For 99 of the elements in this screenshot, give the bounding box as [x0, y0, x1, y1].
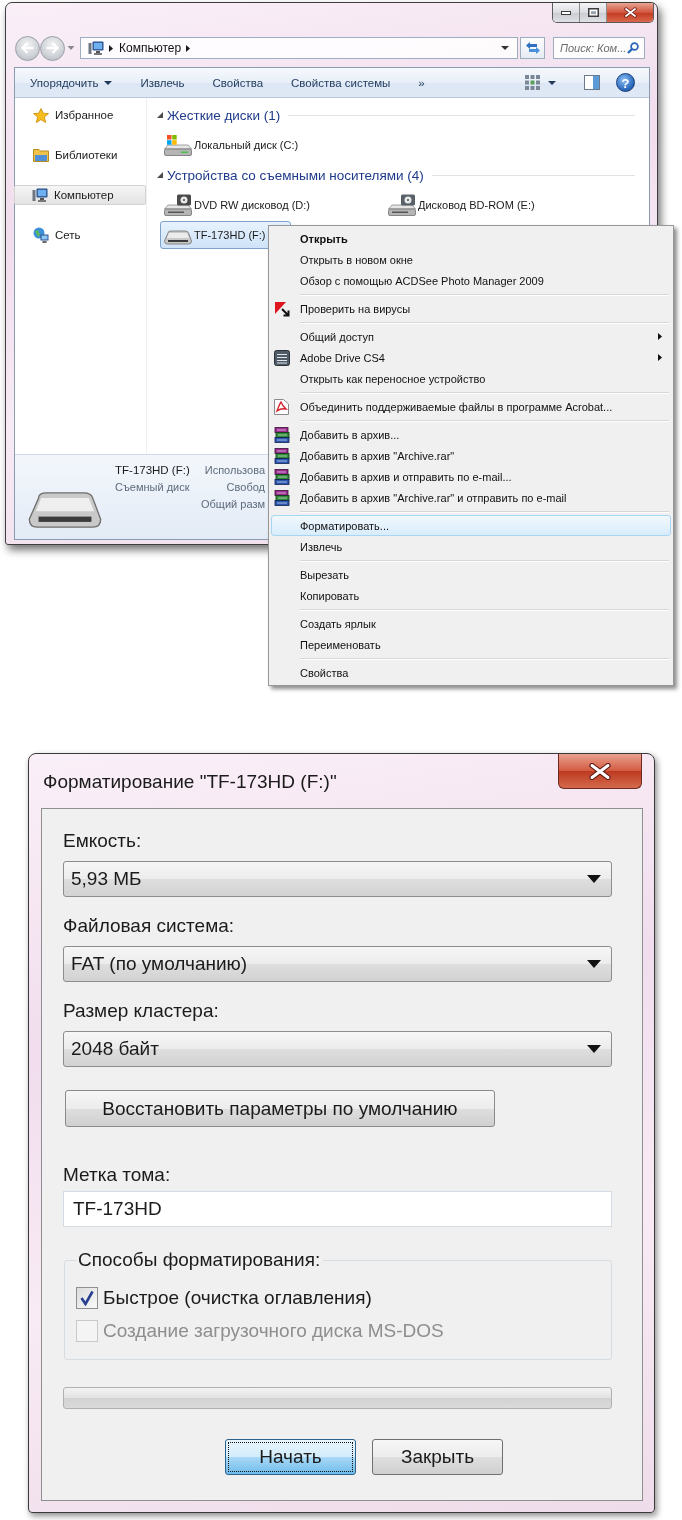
restore-defaults-button[interactable]: Восстановить параметры по умолчанию [65, 1090, 495, 1127]
property-label: Свобод [225, 480, 265, 495]
chevron-right-icon[interactable] [186, 44, 191, 52]
refresh-icon [524, 41, 541, 55]
menu-item[interactable]: Объединить поддерживаемые файлы в программе Acrobat... [271, 396, 671, 417]
computer-icon [88, 41, 104, 55]
nav-item[interactable]: Компьютер [14, 185, 146, 205]
collapse-triangle-icon [157, 112, 163, 118]
menu-item[interactable]: Форматировать... [271, 515, 671, 536]
menu-item[interactable]: Извлечь [271, 536, 671, 557]
books-icon [274, 468, 290, 485]
optical-drive-icon [388, 194, 416, 216]
maximize-button[interactable] [580, 3, 607, 22]
folder-icon [33, 148, 49, 162]
breadcrumb-link[interactable]: Компьютер [119, 41, 182, 55]
dialog-button[interactable]: Начать [225, 1439, 356, 1475]
field-label: Метка тома: [63, 1164, 171, 1186]
caret-down-icon [587, 960, 601, 968]
arrow-right-icon [46, 42, 59, 54]
search-icon [627, 42, 639, 54]
removable-drive-icon [28, 490, 102, 530]
nav-item[interactable]: Сеть [15, 225, 146, 245]
drive-type: Съемный диск [115, 480, 191, 495]
menu-item[interactable]: Открыть как переносное устройство [271, 368, 671, 389]
toolbar-button[interactable]: Свойства системы [283, 70, 399, 95]
dropdown[interactable]: 5,93 МБ [63, 861, 612, 897]
computer-icon [32, 188, 48, 202]
toolbar-button[interactable]: Извлечь [132, 70, 193, 95]
caret-down-icon [104, 80, 113, 85]
submenu-arrow-icon [658, 333, 662, 340]
field-label: Емкость: [63, 830, 142, 852]
menu-item[interactable]: Добавить в архив и отправить по e-mail... [271, 466, 671, 487]
caret-down-icon [548, 80, 556, 85]
nav-item[interactable]: Библиотеки [15, 145, 146, 165]
more-button[interactable]: » [410, 70, 433, 95]
close-icon [623, 7, 637, 18]
star-icon [33, 107, 49, 123]
close-button[interactable] [558, 754, 642, 789]
caret-down-icon[interactable] [501, 46, 509, 50]
group-header[interactable]: Жесткие диски (1) [157, 107, 281, 123]
menu-item[interactable]: Adobe Drive CS4 [271, 347, 671, 368]
wedge-arrow-icon [274, 300, 290, 317]
menu-item[interactable]: Переименовать [271, 634, 671, 655]
volume-label-field[interactable]: TF-173HD [63, 1191, 612, 1227]
caret-down-icon [587, 1045, 601, 1053]
property-label: Использова [203, 463, 265, 478]
books-icon [274, 447, 290, 464]
minimize-icon [561, 10, 571, 15]
flag-drive-icon [164, 134, 192, 156]
menu-item[interactable]: Общий доступ [271, 326, 671, 347]
books-icon [274, 426, 290, 443]
maximize-icon [587, 8, 599, 17]
menu-item[interactable]: Открыть в новом окне [271, 249, 671, 270]
optical-drive-icon [164, 194, 192, 216]
checkbox[interactable] [76, 1287, 98, 1309]
arrow-left-icon [21, 42, 34, 54]
field-label: Файловая система: [63, 915, 235, 937]
refresh-button[interactable] [520, 37, 545, 59]
nav-item[interactable]: Избранное [15, 105, 146, 125]
menu-item[interactable]: Проверить на вирусы [271, 298, 671, 319]
chevron-right-icon[interactable] [109, 44, 113, 52]
dropdown[interactable]: FAT (по умолчанию) [63, 946, 612, 982]
collapse-triangle-icon [157, 172, 163, 178]
dialog-title: Форматирование "TF-173HD (F:)" [43, 771, 337, 793]
grid-icon [525, 75, 540, 90]
group-title: Способы форматирования: [77, 1249, 322, 1271]
address-bar[interactable]: Компьютер [80, 37, 518, 59]
drive-item[interactable]: Локальный диск (C:) [160, 131, 324, 159]
menu-item[interactable]: Добавить в архив "Archive.rar" [271, 445, 671, 466]
preview-pane-icon [584, 75, 600, 90]
submenu-arrow-icon [658, 354, 662, 361]
toolbar-button[interactable]: Свойства [204, 70, 272, 95]
stacked-lines-icon [274, 349, 290, 366]
dropdown[interactable]: 2048 байт [63, 1031, 612, 1067]
close-button[interactable] [607, 3, 653, 22]
menu-item[interactable]: Обзор с помощью ACDSee Photo Manager 2009 [271, 270, 671, 291]
minimize-button[interactable] [553, 3, 580, 22]
checkbox-label[interactable]: Быстрое (очистка оглавления) [103, 1287, 372, 1309]
group-header[interactable]: Устройства со съемными носителями (4) [157, 167, 424, 183]
books-icon [274, 489, 290, 506]
caret-down-icon [587, 875, 601, 883]
menu-item[interactable]: Создать ярлык [271, 613, 671, 634]
menu-item[interactable]: Свойства [271, 662, 671, 683]
drive-item[interactable]: DVD RW дисковод (D:) [160, 191, 335, 219]
checkmark-icon [80, 1290, 94, 1306]
menu-item[interactable]: Добавить в архив "Archive.rar" и отправить по e-mail [271, 487, 671, 508]
document-icon [274, 398, 289, 415]
property-label: Общий разм [200, 497, 265, 512]
drive-name: TF-173HD (F:) [115, 463, 191, 478]
menu-item[interactable]: Добавить в архив... [271, 424, 671, 445]
drive-item[interactable]: Дисковод BD-ROM (E:) [384, 191, 560, 219]
globe-monitor-icon [33, 227, 49, 243]
search-field[interactable]: Поиск: Ком... [553, 37, 645, 59]
dialog-button[interactable]: Закрыть [372, 1439, 503, 1475]
menu-item[interactable]: Копировать [271, 585, 671, 606]
field-label: Размер кластера: [63, 1000, 219, 1022]
close-icon [589, 762, 611, 780]
menu-item[interactable]: Вырезать [271, 564, 671, 585]
menu-button[interactable]: Упорядочить [22, 70, 121, 95]
